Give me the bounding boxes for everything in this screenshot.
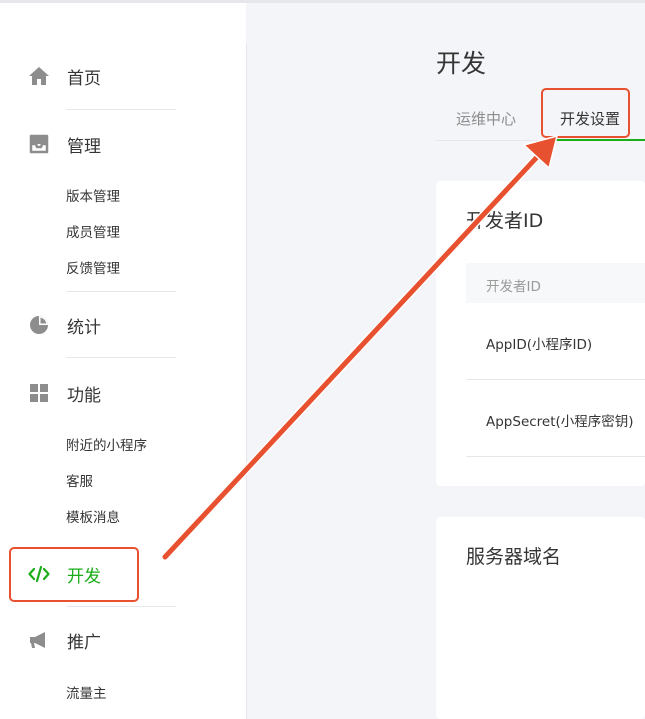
sidebar-subitem-members[interactable]: 成员管理 bbox=[66, 221, 120, 241]
sidebar-item-manage[interactable]: 管理 bbox=[28, 130, 101, 158]
table-row-appsecret: AppSecret(小程序密钥) bbox=[486, 414, 634, 430]
sidebar-subitem-template-message[interactable]: 模板消息 bbox=[66, 506, 120, 526]
sidebar-item-label: 管理 bbox=[67, 136, 101, 157]
tab-ops-center[interactable]: 运维中心 bbox=[456, 108, 516, 129]
home-icon bbox=[28, 65, 50, 87]
inbox-icon bbox=[28, 133, 50, 155]
divider bbox=[66, 606, 176, 607]
sidebar bbox=[0, 3, 246, 719]
sidebar-item-label: 推广 bbox=[67, 632, 101, 653]
dev-id-card-title: 开发者ID bbox=[466, 210, 544, 232]
annotation-box-dev-settings bbox=[541, 88, 630, 138]
tab-active-indicator bbox=[543, 139, 645, 141]
page-title: 开发 bbox=[436, 49, 487, 78]
sidebar-subitem-traffic-owner[interactable]: 流量主 bbox=[66, 682, 107, 702]
row-divider bbox=[466, 379, 645, 380]
sidebar-subitem-customer-service[interactable]: 客服 bbox=[66, 470, 93, 490]
divider bbox=[66, 357, 176, 358]
divider bbox=[66, 291, 176, 292]
sidebar-item-label: 首页 bbox=[67, 68, 101, 89]
row-divider bbox=[466, 456, 645, 457]
sidebar-item-features[interactable]: 功能 bbox=[28, 379, 101, 407]
table-header-label: 开发者ID bbox=[486, 279, 541, 295]
sidebar-item-home[interactable]: 首页 bbox=[28, 62, 101, 90]
sidebar-item-label: 统计 bbox=[67, 317, 101, 338]
sidebar-item-promote[interactable]: 推广 bbox=[28, 626, 101, 654]
megaphone-icon bbox=[28, 629, 50, 651]
divider bbox=[66, 109, 176, 110]
sidebar-subitem-version[interactable]: 版本管理 bbox=[66, 185, 120, 205]
pie-chart-icon bbox=[28, 314, 50, 336]
sidebar-item-label: 功能 bbox=[67, 385, 101, 406]
annotation-box-develop bbox=[9, 547, 139, 602]
sidebar-subitem-feedback[interactable]: 反馈管理 bbox=[66, 257, 120, 277]
grid-icon bbox=[28, 382, 50, 404]
sidebar-item-stats[interactable]: 统计 bbox=[28, 311, 101, 339]
server-domain-card-title: 服务器域名 bbox=[466, 546, 562, 568]
table-row-appid: AppID(小程序ID) bbox=[486, 337, 593, 353]
sidebar-subitem-nearby[interactable]: 附近的小程序 bbox=[66, 434, 147, 454]
